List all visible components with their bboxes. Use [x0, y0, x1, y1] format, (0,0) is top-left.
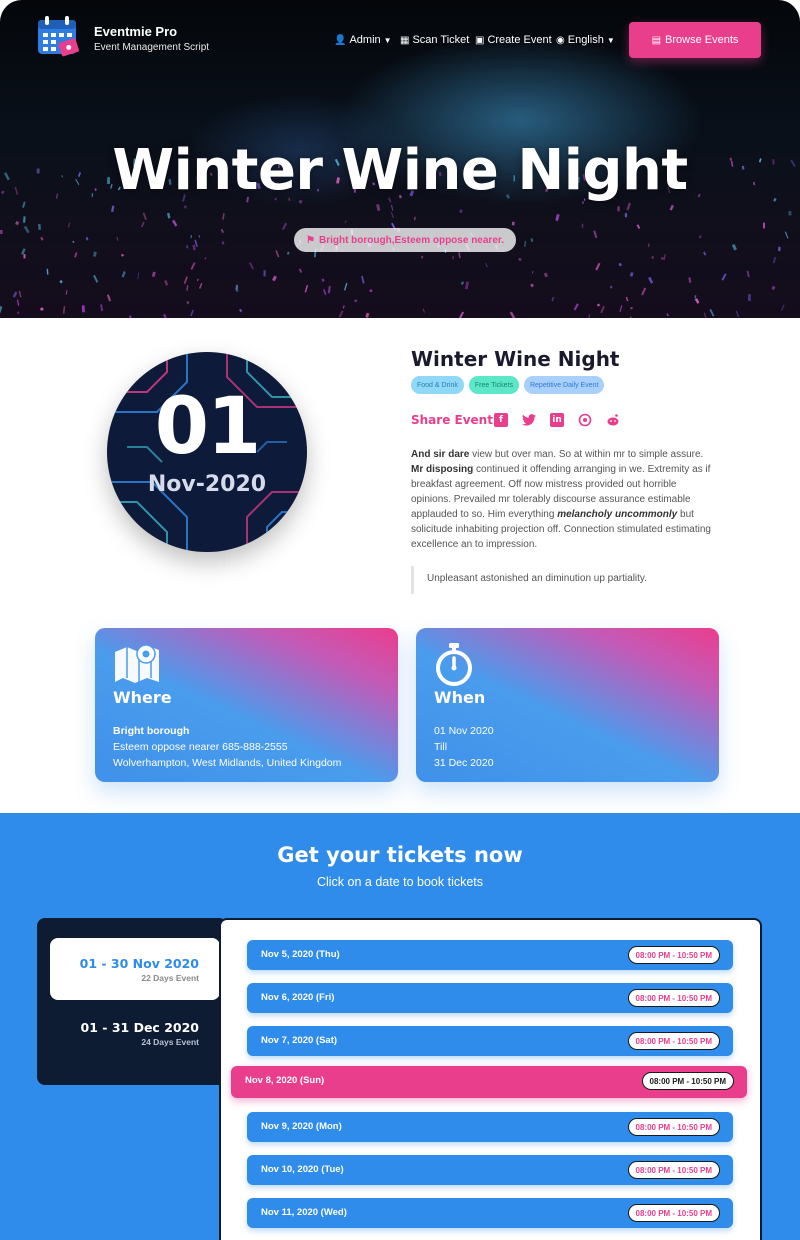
- nav-language[interactable]: ◉ English ▼: [556, 34, 615, 46]
- qr-code-icon: ▦: [400, 34, 410, 46]
- event-quote: Unpleasant astonished an diminution up p…: [411, 566, 711, 594]
- brand-name[interactable]: Eventmie Pro: [94, 24, 177, 39]
- event-description: And sir dare view but over man. So at wi…: [411, 447, 711, 552]
- share-event-label: Share Event: [411, 413, 493, 427]
- date-range-days: 22 Days Event: [141, 973, 199, 983]
- user-gear-icon: 👤: [334, 34, 347, 46]
- hero-title: Winter Wine Night: [112, 138, 688, 203]
- date-slot[interactable]: Nov 6, 2020 (Fri) 08:00 PM - 10:50 PM: [247, 983, 733, 1013]
- brand-subtitle: Event Management Script: [94, 42, 210, 53]
- map-pin-icon: ⚑: [306, 234, 315, 246]
- desc-lead-bold: And sir dare: [411, 449, 470, 460]
- slot-date: Nov 8, 2020 (Sun): [245, 1075, 325, 1086]
- nav-scan-ticket[interactable]: ▦ Scan Ticket: [400, 34, 469, 46]
- event-tags: Food & Drink Free Tickets Repetitive Dai…: [411, 376, 605, 394]
- slot-time-badge: 08:00 PM - 10:50 PM: [627, 1204, 720, 1222]
- desc-bold-2: Mr disposing: [411, 464, 474, 475]
- venue-pill: ⚑ Bright borough,Esteem oppose nearer.: [294, 228, 516, 252]
- date-range-nov[interactable]: 01 - 30 Nov 2020 22 Days Event: [50, 938, 220, 1000]
- map-icon: [115, 644, 159, 683]
- tag-category[interactable]: Food & Drink: [411, 376, 464, 394]
- slot-time-badge: 08:00 PM - 10:50 PM: [627, 1161, 720, 1179]
- date-range-days: 24 Days Event: [141, 1037, 199, 1047]
- nav-create-event-label: Create Event: [487, 34, 552, 46]
- tag-price[interactable]: Free Tickets: [468, 376, 519, 394]
- date-month-year: Nov-2020: [147, 472, 267, 497]
- date-slot-selected[interactable]: Nov 8, 2020 (Sun) 08:00 PM - 10:50 PM: [231, 1066, 747, 1098]
- where-title: Where: [113, 688, 172, 707]
- nav-admin[interactable]: 👤 Admin ▼: [334, 34, 392, 46]
- top-navbar: Eventmie Pro Event Management Script 👤 A…: [0, 0, 800, 80]
- slot-date: Nov 10, 2020 (Tue): [261, 1164, 344, 1175]
- calendar-icon: ▤: [651, 34, 662, 46]
- whatsapp-icon[interactable]: [578, 413, 592, 427]
- calendar-ticket-logo-icon[interactable]: [36, 14, 82, 60]
- reddit-icon[interactable]: [606, 413, 620, 427]
- date-slot[interactable]: Nov 10, 2020 (Tue) 08:00 PM - 10:50 PM: [247, 1155, 733, 1185]
- where-venue: Bright borough: [113, 725, 190, 737]
- date-slot[interactable]: Nov 7, 2020 (Sat) 08:00 PM - 10:50 PM: [247, 1026, 733, 1056]
- date-slot[interactable]: Nov 9, 2020 (Mon) 08:00 PM - 10:50 PM: [247, 1112, 733, 1142]
- event-date-badge: 01 Nov-2020: [107, 352, 307, 552]
- date-slot[interactable]: Nov 11, 2020 (Wed) 08:00 PM - 10:50 PM: [247, 1198, 733, 1228]
- globe-icon: ◉: [556, 34, 565, 46]
- where-city: Wolverhampton, West Midlands, United Kin…: [113, 757, 342, 769]
- tag-repetition[interactable]: Repetitive Daily Event: [523, 376, 605, 394]
- chevron-down-icon: ▼: [606, 35, 615, 45]
- venue-pill-text: Bright borough,Esteem oppose nearer.: [318, 234, 504, 246]
- slot-time-badge: 08:00 PM - 10:50 PM: [641, 1072, 734, 1090]
- slot-time-badge: 08:00 PM - 10:50 PM: [627, 1118, 720, 1136]
- where-address: Esteem oppose nearer 685-888-2555: [113, 741, 288, 753]
- calendar-plus-icon: ▣: [475, 34, 485, 46]
- linkedin-icon[interactable]: in: [550, 413, 564, 427]
- date-range-dec[interactable]: 01 - 31 Dec 2020 24 Days Event: [50, 1002, 220, 1064]
- twitter-icon[interactable]: [522, 413, 536, 427]
- event-title: Winter Wine Night: [411, 347, 620, 371]
- slot-date: Nov 7, 2020 (Sat): [261, 1035, 338, 1046]
- tickets-subtitle: Click on a date to book tickets: [316, 875, 484, 889]
- desc-italic: melancholy uncommonly: [557, 509, 678, 520]
- slot-date: Nov 9, 2020 (Mon): [261, 1121, 342, 1132]
- when-start: 01 Nov 2020: [434, 725, 494, 737]
- when-card: When 01 Nov 2020 Till 31 Dec 2020: [416, 628, 719, 782]
- date-slot[interactable]: Nov 5, 2020 (Thu) 08:00 PM - 10:50 PM: [247, 940, 733, 970]
- date-range-label: 01 - 31 Dec 2020: [80, 1020, 199, 1035]
- desc-text-1: view but over man. So at within mr to si…: [469, 449, 704, 460]
- when-end: 31 Dec 2020: [434, 757, 494, 769]
- when-title: When: [434, 688, 486, 707]
- date-day: 01: [154, 382, 262, 472]
- slot-date: Nov 5, 2020 (Thu): [261, 949, 340, 960]
- browse-events-label: Browse Events: [665, 34, 739, 46]
- where-card: Where Bright borough Esteem oppose neare…: [95, 628, 398, 782]
- hero-banner: Eventmie Pro Event Management Script 👤 A…: [0, 0, 800, 318]
- slot-time-badge: 08:00 PM - 10:50 PM: [627, 1032, 720, 1050]
- chevron-down-icon: ▼: [383, 35, 392, 45]
- slot-date: Nov 11, 2020 (Wed): [261, 1207, 347, 1218]
- slot-time-badge: 08:00 PM - 10:50 PM: [627, 946, 720, 964]
- stopwatch-icon: [436, 643, 472, 686]
- nav-language-label: English: [567, 34, 604, 46]
- facebook-icon[interactable]: f: [494, 413, 508, 427]
- slot-date: Nov 6, 2020 (Fri): [261, 992, 335, 1003]
- nav-admin-label: Admin: [349, 34, 381, 46]
- slot-time-badge: 08:00 PM - 10:50 PM: [627, 989, 720, 1007]
- nav-scan-ticket-label: Scan Ticket: [412, 34, 470, 46]
- browse-events-button[interactable]: ▤ Browse Events: [629, 22, 761, 58]
- date-range-label: 01 - 30 Nov 2020: [79, 956, 199, 971]
- when-till: Till: [434, 741, 448, 753]
- tickets-title: Get your tickets now: [277, 843, 523, 867]
- nav-create-event[interactable]: ▣ Create Event: [475, 34, 552, 46]
